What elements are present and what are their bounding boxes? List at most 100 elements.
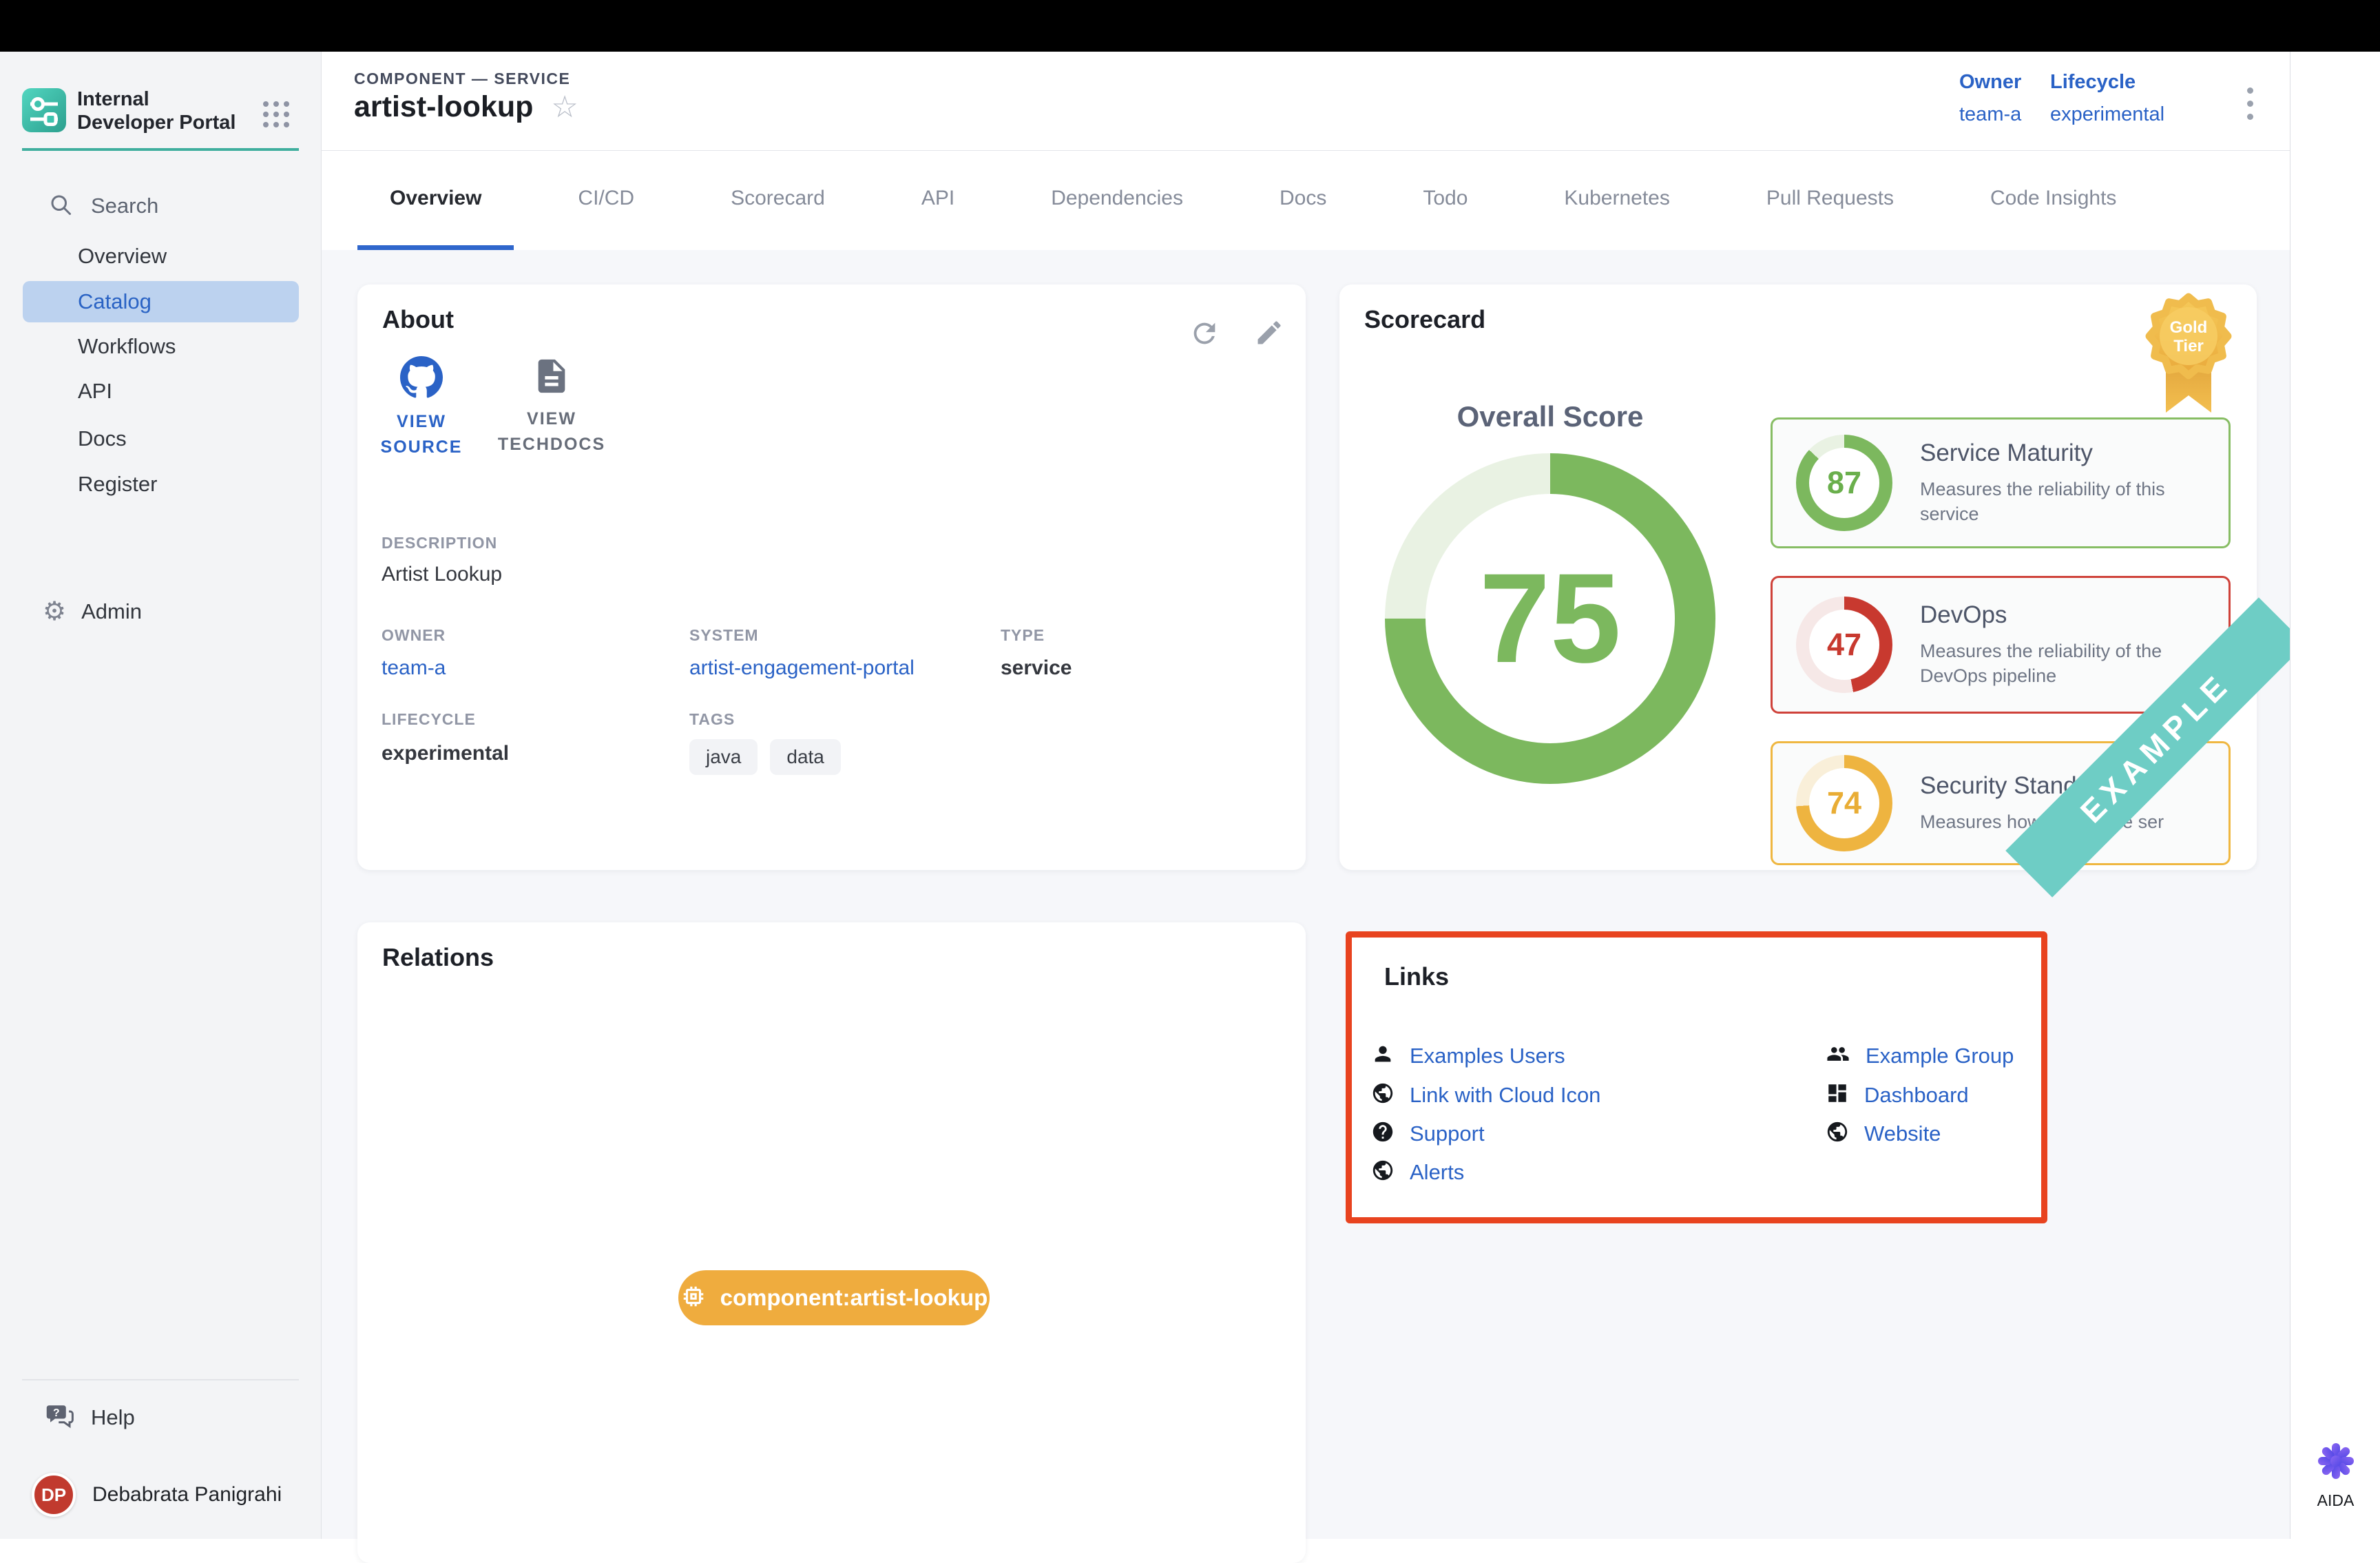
svg-text:?: ? (53, 1407, 60, 1419)
about-card: About VIEW SOURCE VIEW TECHDOCS DESCRIPT… (357, 284, 1306, 870)
relations-title: Relations (382, 943, 494, 972)
score-tile-devops[interactable]: 47 DevOps Measures the reliability of th… (1771, 576, 2231, 714)
gear-icon: ⚙ (43, 599, 66, 625)
sidebar-item-catalog[interactable]: Catalog (23, 281, 299, 322)
tab-pull-requests[interactable]: Pull Requests (1734, 151, 1926, 250)
kebab-menu-icon[interactable] (2242, 82, 2259, 125)
search-label: Search (91, 194, 158, 218)
scorecard-card: Scorecard Overall Score 75 87 Service Ma… (1339, 284, 2257, 870)
sidebar-item-workflows[interactable]: Workflows (0, 326, 321, 367)
tab-overview[interactable]: Overview (357, 151, 514, 250)
sidebar-divider (22, 1379, 299, 1380)
links-title: Links (1384, 962, 1449, 991)
tag-chip[interactable]: java (689, 739, 758, 775)
sidebar-item-help[interactable]: ? Help (0, 1397, 321, 1438)
owner-field-value[interactable]: team-a (382, 656, 446, 680)
relations-card: Relations component:artist-lookup (357, 922, 1306, 1563)
tab-api[interactable]: API (889, 151, 987, 250)
sidebar-item-docs[interactable]: Docs (0, 418, 321, 459)
link-alerts[interactable]: Alerts (1371, 1159, 1464, 1186)
link-support[interactable]: Support (1371, 1120, 1485, 1147)
tags-list: java data (689, 739, 841, 775)
description-label: DESCRIPTION (382, 534, 497, 552)
aida-label: AIDA (2317, 1491, 2355, 1510)
entity-tabs: Overview CI/CD Scorecard API Dependencie… (322, 150, 2290, 250)
sidebar: Internal Developer Portal Search Overvie… (0, 52, 322, 1539)
main-region: COMPONENT — SERVICE artist-lookup ☆ Owne… (322, 52, 2290, 1539)
svg-text:Gold: Gold (2170, 318, 2208, 337)
sidebar-item-api[interactable]: API (0, 371, 321, 412)
links-card-highlighted: Links Examples Users Link with Cloud Ico… (1346, 931, 2047, 1223)
dashboard-icon (1826, 1081, 1849, 1108)
chip-icon (680, 1283, 707, 1313)
tab-scorecard[interactable]: Scorecard (698, 151, 857, 250)
github-icon (400, 390, 443, 402)
type-field-label: TYPE (1001, 626, 1045, 645)
lifecycle-value: experimental (2050, 103, 2164, 126)
relation-node-label: component:artist-lookup (720, 1285, 988, 1311)
type-field-value: service (1001, 656, 1072, 680)
tab-docs[interactable]: Docs (1247, 151, 1359, 250)
techdocs-icon (532, 387, 572, 399)
refresh-icon[interactable] (1188, 318, 1221, 351)
scorecard-title: Scorecard (1364, 305, 1485, 334)
search-input[interactable]: Search (0, 185, 321, 227)
service-maturity-donut: 87 (1796, 435, 1892, 531)
security-standards-donut: 74 (1796, 755, 1892, 851)
view-source-button[interactable]: VIEW SOURCE (363, 356, 480, 460)
question-icon (1371, 1120, 1395, 1147)
lifecycle-stat: Lifecycle experimental (2050, 71, 2164, 126)
user-menu[interactable]: DP Debabrata Panigrahi (0, 1464, 321, 1526)
sidebar-item-register[interactable]: Register (0, 464, 321, 505)
lifecycle-label: Lifecycle (2050, 71, 2164, 94)
score-tile-service-maturity[interactable]: 87 Service Maturity Measures the reliabi… (1771, 417, 2231, 548)
aida-widget[interactable]: AIDA (2290, 1442, 2380, 1510)
brand-divider (22, 148, 299, 151)
link-example-group[interactable]: Example Group (1826, 1042, 2014, 1069)
tab-kubernetes[interactable]: Kubernetes (1532, 151, 1702, 250)
overall-score-value: 75 (1479, 546, 1621, 692)
help-icon: ? (45, 1402, 74, 1434)
user-icon (1371, 1042, 1395, 1069)
description-value: Artist Lookup (382, 563, 502, 586)
tile-title: DevOps (1920, 601, 2209, 629)
tab-dependencies[interactable]: Dependencies (1019, 151, 1215, 250)
lifecycle-field-value: experimental (382, 742, 509, 765)
overall-score-donut: 75 (1385, 453, 1715, 784)
sidebar-item-overview[interactable]: Overview (0, 236, 321, 277)
owner-value-link[interactable]: team-a (1959, 103, 2021, 126)
relation-node-component[interactable]: component:artist-lookup (678, 1270, 990, 1325)
globe-icon (1371, 1081, 1395, 1108)
link-dashboard[interactable]: Dashboard (1826, 1081, 1969, 1108)
view-techdocs-button[interactable]: VIEW TECHDOCS (490, 356, 614, 457)
gold-tier-badge: Gold Tier (2137, 287, 2240, 421)
brand-title: Internal Developer Portal (77, 87, 242, 134)
apps-grid-icon[interactable] (263, 101, 289, 127)
devops-donut: 47 (1796, 597, 1892, 693)
globe-icon (1826, 1120, 1849, 1147)
edit-icon[interactable] (1253, 318, 1286, 351)
top-black-bar (0, 0, 2380, 52)
svg-text:Tier: Tier (2173, 337, 2204, 355)
link-website[interactable]: Website (1826, 1120, 1941, 1147)
sidebar-item-admin[interactable]: ⚙ Admin (0, 591, 321, 632)
overall-score-label: Overall Score (1385, 400, 1715, 433)
user-name: Debabrata Panigrahi (92, 1483, 282, 1507)
tab-todo[interactable]: Todo (1390, 151, 1500, 250)
tab-cicd[interactable]: CI/CD (545, 151, 667, 250)
about-title: About (382, 305, 454, 334)
tile-desc: Measures the reliability of this service (1920, 477, 2209, 526)
breadcrumb: COMPONENT — SERVICE (354, 70, 570, 88)
lifecycle-field-label: LIFECYCLE (382, 710, 476, 729)
tab-code-insights[interactable]: Code Insights (1958, 151, 2149, 250)
link-examples-users[interactable]: Examples Users (1371, 1042, 1565, 1069)
search-icon (48, 192, 73, 220)
globe-icon (1371, 1159, 1395, 1186)
page-title: artist-lookup (354, 90, 533, 124)
entity-header: COMPONENT — SERVICE artist-lookup ☆ Owne… (322, 52, 2290, 150)
tag-chip[interactable]: data (770, 739, 841, 775)
owner-label: Owner (1959, 71, 2021, 94)
favorite-star-icon[interactable]: ☆ (551, 92, 578, 123)
system-field-value[interactable]: artist-engagement-portal (689, 656, 915, 680)
link-link-with-cloud-icon[interactable]: Link with Cloud Icon (1371, 1081, 1600, 1108)
